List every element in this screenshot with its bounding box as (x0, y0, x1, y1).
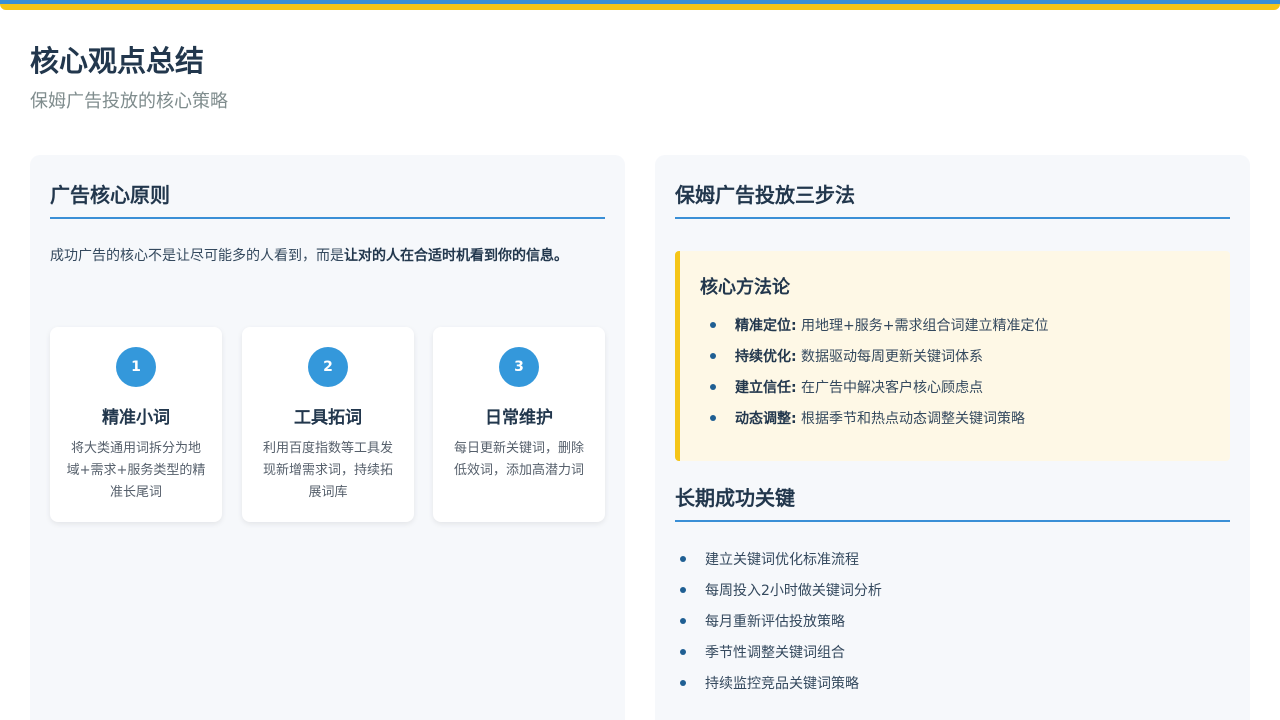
three-step-panel: 保姆广告投放三步法 核心方法论 精准定位: 用地理+服务+需求组合词建立精准定位… (655, 155, 1250, 720)
principle-card: 3 日常维护 每日更新关键词，删除低效词，添加高潜力词 (433, 327, 605, 522)
card-description: 每日更新关键词，删除低效词，添加高潜力词 (453, 441, 584, 478)
list-item: 每月重新评估投放策略 (680, 611, 882, 642)
page-title: 核心观点总结 (30, 44, 205, 78)
success-keys-heading: 长期成功关键 (675, 482, 1230, 522)
intro-text: 成功广告的核心不是让尽可能多的人看到，而是 (50, 248, 344, 264)
item-text: 用地理+服务+需求组合词建立精准定位 (796, 318, 1049, 334)
step-number-badge: 1 (116, 347, 156, 387)
item-label: 动态调整: (735, 411, 797, 427)
list-item: 动态调整: 根据季节和热点动态调整关键词策略 (710, 408, 1049, 439)
principles-panel: 广告核心原则 成功广告的核心不是让尽可能多的人看到，而是让对的人在合适时机看到你… (30, 155, 625, 720)
methodology-title: 核心方法论 (700, 277, 790, 298)
card-title: 精准小词 (102, 408, 170, 428)
intro-emphasis: 让对的人在合适时机看到你的信息。 (344, 248, 568, 264)
success-keys-list: 建立关键词优化标准流程 每周投入2小时做关键词分析 每月重新评估投放策略 季节性… (680, 549, 882, 704)
card-title: 日常维护 (485, 408, 553, 428)
list-item: 精准定位: 用地理+服务+需求组合词建立精准定位 (710, 315, 1049, 346)
principles-intro: 成功广告的核心不是让尽可能多的人看到，而是让对的人在合适时机看到你的信息。 (50, 245, 605, 268)
methodology-list: 精准定位: 用地理+服务+需求组合词建立精准定位 持续优化: 数据驱动每周更新关… (710, 315, 1049, 439)
item-text: 数据驱动每周更新关键词体系 (796, 349, 984, 365)
list-item: 建立关键词优化标准流程 (680, 549, 882, 580)
principle-card: 2 工具拓词 利用百度指数等工具发现新增需求词，持续拓展词库 (242, 327, 414, 522)
principle-card: 1 精准小词 将大类通用词拆分为地域+需求+服务类型的精准长尾词 (50, 327, 222, 522)
card-title: 工具拓词 (294, 408, 362, 428)
principles-heading: 广告核心原则 (50, 179, 605, 219)
item-label: 精准定位: (735, 318, 797, 334)
three-step-heading: 保姆广告投放三步法 (675, 179, 1230, 219)
item-label: 持续优化: (735, 349, 797, 365)
card-description: 将大类通用词拆分为地域+需求+服务类型的精准长尾词 (66, 441, 206, 500)
list-item: 建立信任: 在广告中解决客户核心顾虑点 (710, 377, 1049, 408)
step-number-badge: 2 (308, 347, 348, 387)
list-item: 每周投入2小时做关键词分析 (680, 580, 882, 611)
item-label: 建立信任: (735, 380, 797, 396)
item-text: 在广告中解决客户核心顾虑点 (796, 380, 984, 396)
step-number-badge: 3 (499, 347, 539, 387)
item-text: 根据季节和热点动态调整关键词策略 (796, 411, 1026, 427)
list-item: 季节性调整关键词组合 (680, 642, 882, 673)
top-accent-bar (0, 0, 1280, 10)
card-description: 利用百度指数等工具发现新增需求词，持续拓展词库 (262, 441, 393, 500)
list-item: 持续监控竞品关键词策略 (680, 673, 882, 704)
methodology-callout: 核心方法论 精准定位: 用地理+服务+需求组合词建立精准定位 持续优化: 数据驱… (675, 251, 1230, 461)
list-item: 持续优化: 数据驱动每周更新关键词体系 (710, 346, 1049, 377)
page-subtitle: 保姆广告投放的核心策略 (30, 91, 228, 112)
